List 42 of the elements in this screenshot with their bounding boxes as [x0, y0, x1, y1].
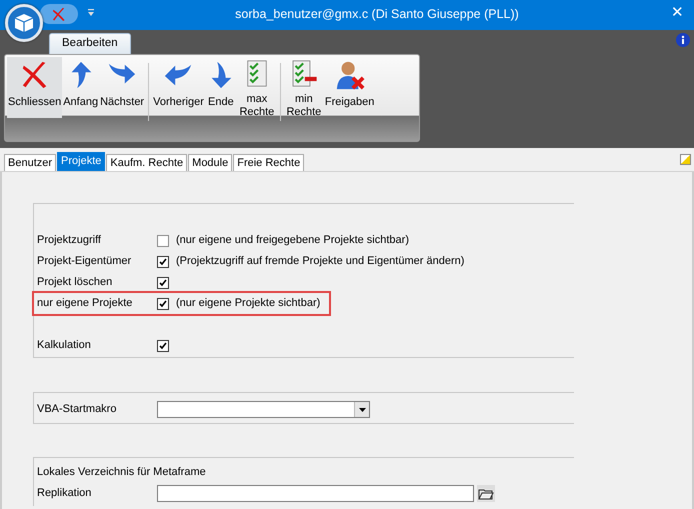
close-button[interactable]: ✕: [671, 5, 684, 20]
field-label: Kalkulation: [37, 338, 92, 352]
hint-text: (nur eigene und freigegebene Projekte sichtbar): [176, 234, 409, 248]
toolbar-button[interactable]: Freigaben: [324, 57, 376, 118]
toolbar-button[interactable]: max Rechte: [236, 57, 277, 118]
field-label: Projekt-Eigentümer: [37, 254, 132, 268]
toolbar-button[interactable]: Anfang: [62, 57, 100, 118]
field-label: nur eigene Projekte: [37, 296, 134, 310]
field-label: Projektzugriff: [37, 234, 102, 248]
checkbox[interactable]: [157, 298, 169, 310]
hint-text: (Projektzugriff auf fremde Projekte und Eigentümer ändern): [176, 254, 464, 268]
user-remove-icon: [334, 60, 365, 90]
tab[interactable]: Module: [188, 154, 232, 171]
field-label: Projekt löschen: [37, 276, 114, 290]
info-icon[interactable]: [676, 33, 690, 47]
section-heading: Lokales Verzeichnis für Metaframe: [37, 466, 206, 480]
field-label: Replikation: [37, 486, 92, 500]
toolbar-button[interactable]: Ende: [204, 57, 237, 118]
quick-close-button[interactable]: [40, 4, 78, 24]
open-folder-icon[interactable]: [477, 485, 495, 502]
toolbar-button[interactable]: Vorheriger: [152, 57, 205, 118]
toolbar-button[interactable]: Schliessen: [7, 57, 62, 118]
tab[interactable]: Benutzer: [4, 154, 56, 171]
dropdown-icon[interactable]: [87, 9, 95, 17]
close-icon: [51, 7, 67, 21]
toolbar-button[interactable]: min Rechte: [284, 57, 324, 118]
window-title: sorba_benutzer@gmx.c (Di Santo Giuseppe (PLL)): [234, 7, 520, 22]
tab[interactable]: Freie Rechte: [233, 154, 304, 171]
hint-text: (nur eigene Projekte sichtbar): [176, 296, 320, 310]
field-label: VBA-Startmakro: [37, 402, 118, 416]
text-field[interactable]: [157, 485, 474, 502]
checkbox[interactable]: [157, 234, 169, 246]
checkbox[interactable]: [157, 276, 169, 288]
checkbox[interactable]: [157, 256, 169, 268]
dropdown-field[interactable]: [157, 401, 370, 418]
ribbon-tab[interactable]: Bearbeiten: [49, 33, 131, 54]
cube-icon: [13, 12, 35, 34]
checkbox[interactable]: [157, 340, 169, 352]
tab[interactable]: Projekte: [57, 152, 106, 171]
corner-button[interactable]: [680, 154, 691, 165]
tab[interactable]: Kaufm. Rechte: [106, 154, 188, 171]
toolbar-button[interactable]: Nächster: [99, 57, 146, 118]
